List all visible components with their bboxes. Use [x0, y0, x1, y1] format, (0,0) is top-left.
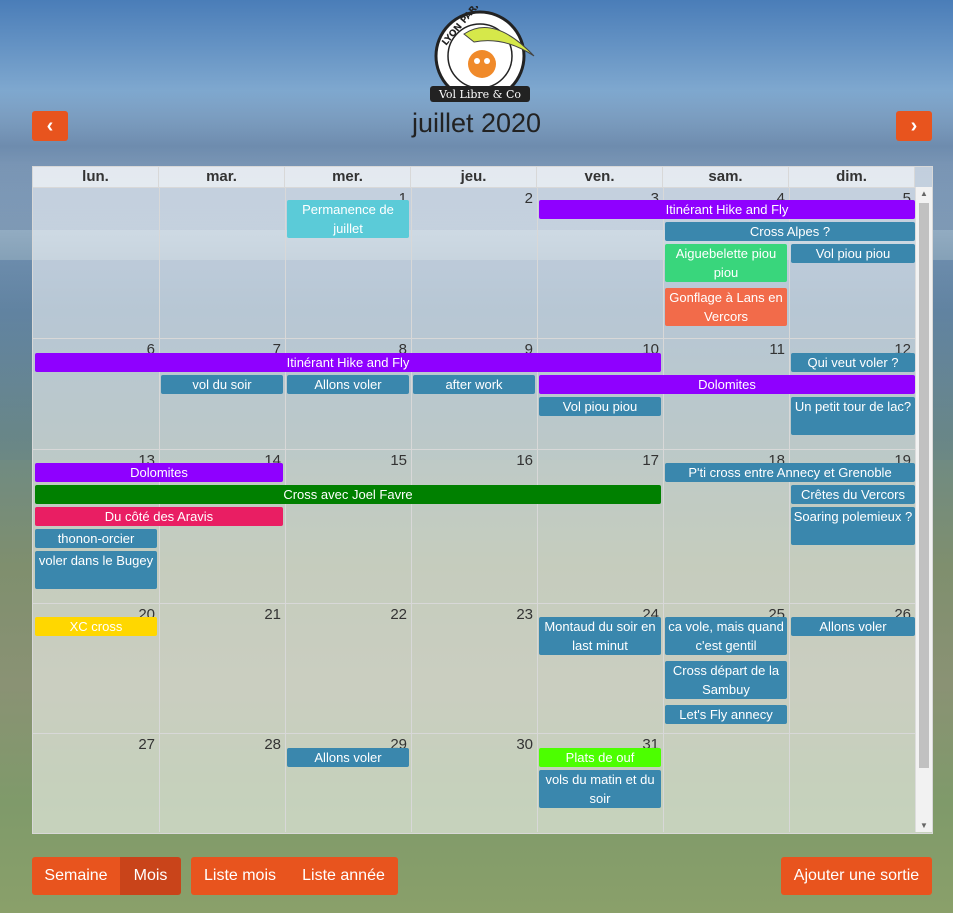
- calendar-title: juillet 2020: [411, 108, 542, 138]
- calendar-event[interactable]: thonon-orcier: [35, 529, 157, 548]
- day-number[interactable]: 30: [411, 736, 533, 753]
- calendar-event[interactable]: XC cross: [35, 617, 157, 636]
- list-year-button[interactable]: Liste année: [289, 857, 398, 895]
- grid-row-divider: [33, 449, 915, 450]
- week-view-button[interactable]: Semaine: [32, 857, 120, 895]
- calendar-scrollbar[interactable]: ▲ ▼: [915, 187, 932, 832]
- calendar-event[interactable]: voler dans le Bugey: [35, 551, 157, 589]
- calendar-event[interactable]: Permanence de juillet: [287, 200, 409, 238]
- calendar-event[interactable]: Vol piou piou: [791, 244, 915, 263]
- day-number[interactable]: 11: [663, 341, 785, 358]
- scrollbar-thumb[interactable]: [919, 203, 929, 768]
- club-logo: Vol Libre & Co LYON PARAPENTE: [430, 6, 535, 102]
- day-number[interactable]: 28: [159, 736, 281, 753]
- day-number[interactable]: 16: [411, 452, 533, 469]
- weekday-wed: mer.: [285, 167, 411, 187]
- calendar-event[interactable]: after work: [413, 375, 535, 394]
- day-number[interactable]: 27: [33, 736, 155, 753]
- weekday-sun: dim.: [789, 167, 915, 187]
- grid-column-divider: [789, 187, 790, 832]
- weekday-tue: mar.: [159, 167, 285, 187]
- grid-row-divider: [33, 603, 915, 604]
- calendar-event[interactable]: Allons voler: [791, 617, 915, 636]
- calendar-event[interactable]: Soaring polemieux ?: [791, 507, 915, 545]
- calendar-event[interactable]: vol du soir: [161, 375, 283, 394]
- calendar-event[interactable]: Aiguebelette piou piou: [665, 244, 787, 282]
- calendar-event[interactable]: Plats de ouf: [539, 748, 661, 767]
- day-number[interactable]: 22: [285, 606, 407, 623]
- calendar-event[interactable]: Qui veut voler ?: [791, 353, 915, 372]
- calendar-event[interactable]: Cross Alpes ?: [665, 222, 915, 241]
- day-number[interactable]: 17: [537, 452, 659, 469]
- calendar-event[interactable]: Itinérant Hike and Fly: [35, 353, 661, 372]
- calendar-event[interactable]: Itinérant Hike and Fly: [539, 200, 915, 219]
- weekday-sat: sam.: [663, 167, 789, 187]
- calendar-event[interactable]: Cross départ de la Sambuy: [665, 661, 787, 699]
- weekday-header: lun. mar. mer. jeu. ven. sam. dim.: [33, 167, 915, 188]
- calendar-event[interactable]: Du côté des Aravis: [35, 507, 283, 526]
- calendar-grid: 1 2 3 4 5 6 7 8 9 10 11 12 13 14 15 16 17 18 19 20 21 22 23 24 2…: [33, 187, 915, 832]
- weekday-fri: ven.: [537, 167, 663, 187]
- calendar-event[interactable]: Cross avec Joel Favre: [35, 485, 661, 504]
- grid-column-divider: [663, 187, 664, 832]
- calendar-event[interactable]: ca vole, mais quand c'est gentil: [665, 617, 787, 655]
- day-number[interactable]: 23: [411, 606, 533, 623]
- calendar-event[interactable]: vols du matin et du soir: [539, 770, 661, 808]
- calendar-event[interactable]: Un petit tour de lac?: [791, 397, 915, 435]
- month-calendar: lun. mar. mer. jeu. ven. sam. dim. 12345…: [32, 166, 933, 834]
- calendar-event[interactable]: Dolomites: [35, 463, 283, 482]
- calendar-event[interactable]: Montaud du soir en last minut: [539, 617, 661, 655]
- add-outing-button[interactable]: Ajouter une sortie: [781, 857, 932, 895]
- day-number[interactable]: 21: [159, 606, 281, 623]
- calendar-event[interactable]: Let's Fly annecy: [665, 705, 787, 724]
- scroll-up-arrow-icon[interactable]: ▲: [916, 189, 932, 198]
- calendar-event[interactable]: Vol piou piou: [539, 397, 661, 416]
- calendar-event[interactable]: Allons voler: [287, 748, 409, 767]
- list-month-button[interactable]: Liste mois: [191, 857, 289, 895]
- day-number[interactable]: 15: [285, 452, 407, 469]
- weekday-thu: jeu.: [411, 167, 537, 187]
- calendar-event[interactable]: P'ti cross entre Annecy et Grenoble: [665, 463, 915, 482]
- grid-row-divider: [33, 338, 915, 339]
- calendar-event[interactable]: Gonflage à Lans en Vercors: [665, 288, 787, 326]
- logo-bottom-text: Vol Libre & Co: [438, 88, 521, 101]
- calendar-event[interactable]: Allons voler: [287, 375, 409, 394]
- weekday-mon: lun.: [33, 167, 159, 187]
- scroll-down-arrow-icon[interactable]: ▼: [916, 821, 932, 830]
- calendar-event[interactable]: Dolomites: [539, 375, 915, 394]
- grid-row-divider: [33, 733, 915, 734]
- month-view-button[interactable]: Mois: [120, 857, 181, 895]
- day-number[interactable]: 2: [411, 190, 533, 207]
- calendar-event[interactable]: Crêtes du Vercors: [791, 485, 915, 504]
